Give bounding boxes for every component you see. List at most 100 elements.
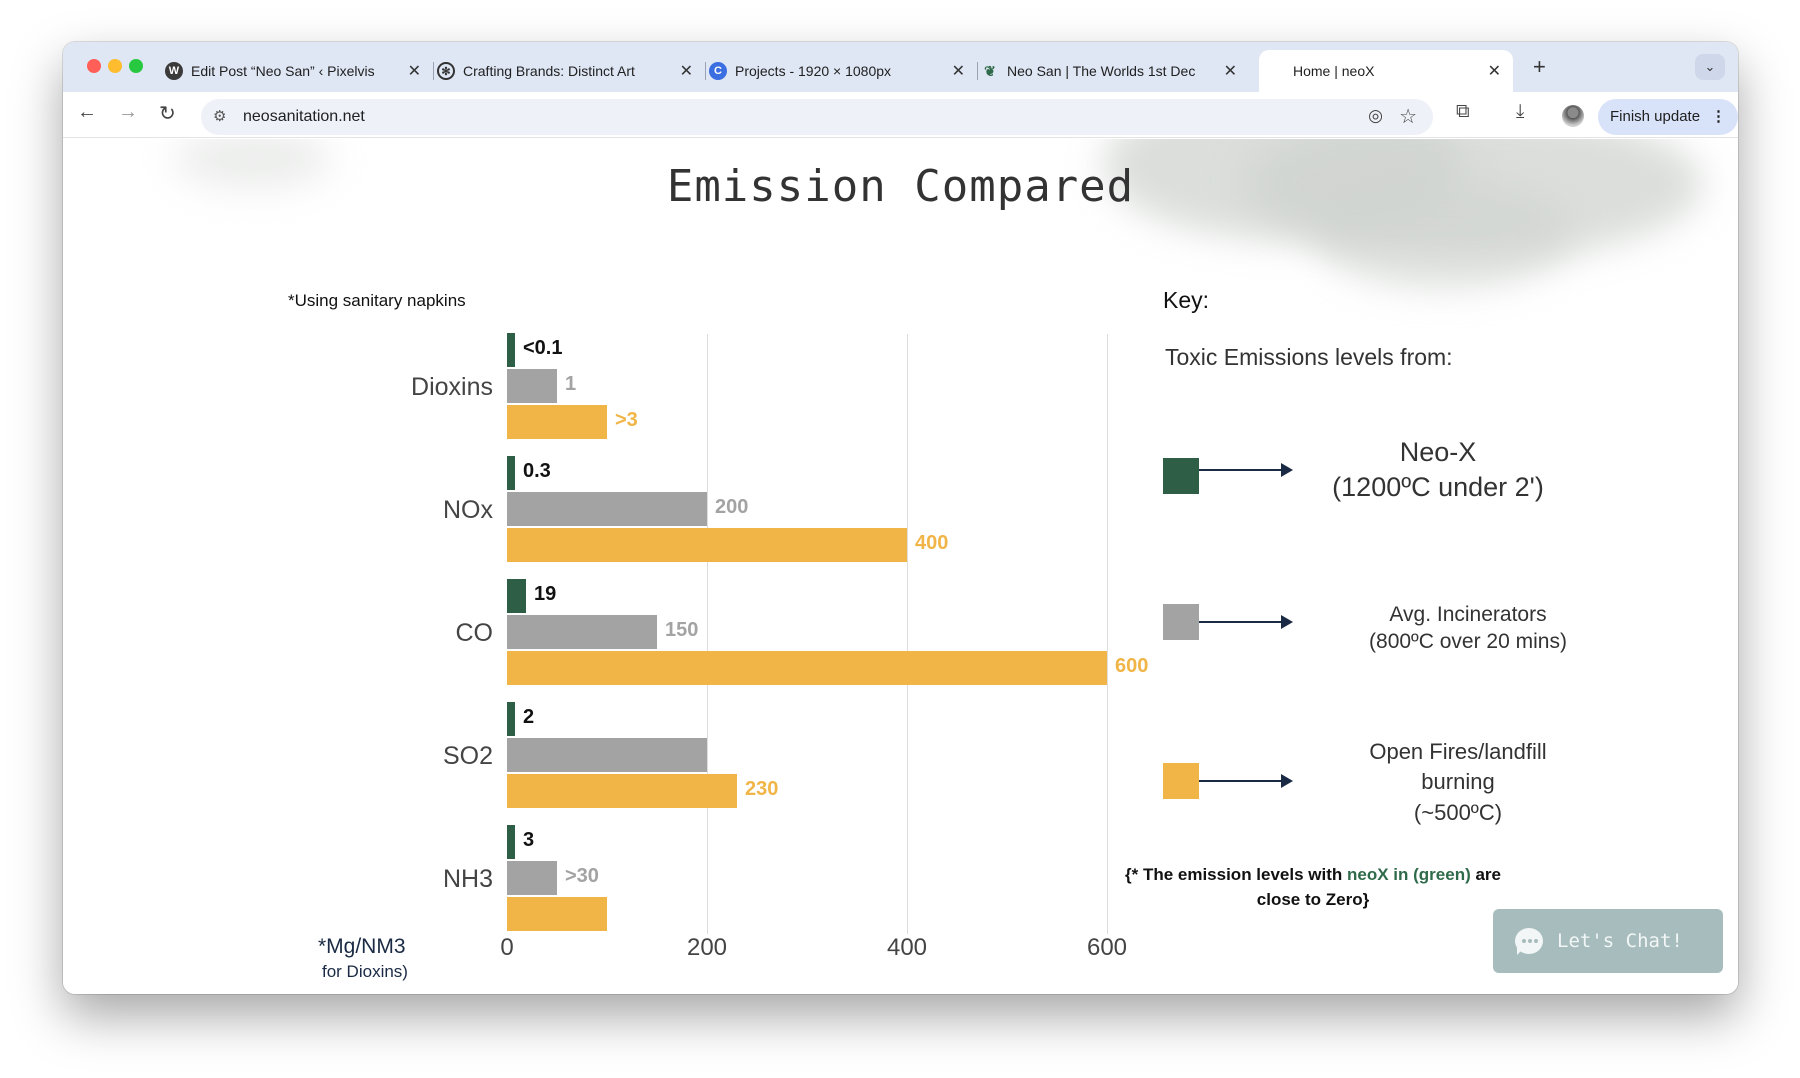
minimize-window-button[interactable] (108, 59, 122, 73)
legend-open-fires: Open Fires/landfill burning (~500ºC) (1369, 739, 1547, 825)
maximize-window-button[interactable] (129, 59, 143, 73)
profile-avatar[interactable] (1562, 105, 1584, 127)
category-label: CO (455, 619, 494, 647)
forward-button[interactable]: → (118, 101, 138, 124)
close-tab-icon[interactable]: ✕ (1488, 61, 1501, 81)
url-text[interactable]: neosanitation.net (243, 108, 365, 126)
key-subtitle: Toxic Emissions levels from: (1165, 344, 1453, 370)
arrow-icon (1199, 463, 1293, 477)
bar-co-1 (507, 615, 657, 649)
tab-title: Projects - 1920 × 1080px (735, 63, 892, 79)
close-tab-icon[interactable]: ✕ (1224, 61, 1237, 81)
bookmark-star-icon[interactable]: ☆ (1399, 104, 1417, 129)
data-label: 19 (534, 583, 557, 605)
bar-nox-1 (507, 492, 707, 526)
x-tick-label: 0 (500, 934, 514, 961)
browser-window: W Edit Post “Neo San” ‹ Pixelvis ✕ ✻ Cra… (63, 42, 1738, 994)
eye-slash-icon[interactable]: ◎ (1368, 106, 1383, 126)
data-label: <0.1 (523, 337, 563, 359)
bar-dioxins-0 (507, 333, 515, 367)
data-label: 3 (523, 829, 535, 851)
data-label: 150 (665, 619, 699, 641)
tab-projects[interactable]: C Projects - 1920 × 1080px ✕ (705, 50, 978, 92)
bar-so2-2 (507, 774, 737, 808)
arrow-icon (1199, 615, 1293, 629)
bar-nox-0 (507, 456, 515, 490)
bar-dioxins-1 (507, 369, 557, 403)
unit-label: *Mg/NM3 (318, 935, 406, 958)
leaf-icon: ❦ (984, 62, 996, 79)
bar-nox-2 (507, 528, 907, 562)
bar-nh3-0 (507, 825, 515, 859)
bar-dioxins-2 (507, 405, 607, 439)
data-label: 0.3 (523, 460, 551, 482)
tab-edit-post[interactable]: W Edit Post “Neo San” ‹ Pixelvis ✕ (161, 50, 434, 92)
reload-button[interactable]: ↻ (159, 101, 176, 126)
menu-icon: ⋮ (1711, 108, 1726, 125)
toolbar: ← → ↻ ⚙ neosanitation.net ◎ ☆ ⧉ ⤓ Finish… (63, 92, 1738, 138)
site-info-icon[interactable]: ⚙ (213, 107, 226, 125)
data-label: 230 (745, 778, 779, 800)
bar-co-2 (507, 651, 1107, 685)
bar-nh3-2 (507, 897, 607, 931)
tab-strip: W Edit Post “Neo San” ‹ Pixelvis ✕ ✻ Cra… (63, 42, 1738, 92)
bar-so2-1 (507, 738, 707, 772)
data-label: 1 (565, 373, 577, 395)
category-label: NOx (443, 496, 493, 524)
download-icon[interactable]: ⤓ (1516, 101, 1524, 123)
grid-line (1107, 334, 1108, 934)
finish-update-label: Finish update (1610, 108, 1701, 125)
close-window-button[interactable] (87, 59, 101, 73)
legend-neox: Neo-X (1200ºC under 2') (1332, 437, 1544, 502)
openai-icon: ✻ (437, 62, 455, 80)
new-tab-button[interactable]: + (1533, 54, 1546, 80)
category-label: SO2 (442, 742, 493, 770)
tab-title: Neo San | The Worlds 1st Dec (1007, 63, 1196, 79)
wordpress-icon: W (165, 62, 183, 80)
chat-bubble-icon (1515, 928, 1543, 955)
close-tab-icon[interactable]: ✕ (408, 61, 421, 81)
category-label: Dioxins (411, 373, 493, 401)
canva-icon: C (709, 62, 727, 80)
data-label: >3 (615, 409, 638, 431)
arrow-icon (1199, 774, 1293, 788)
close-tab-icon[interactable]: ✕ (952, 61, 965, 81)
data-label: 200 (715, 496, 749, 518)
x-tick-label: 400 (886, 934, 928, 961)
address-bar[interactable]: ⚙ neosanitation.net ◎ ☆ (201, 99, 1433, 135)
tab-title: Home | neoX (1293, 63, 1375, 79)
bar-so2-0 (507, 702, 515, 736)
neox-swatch (1163, 458, 1199, 494)
legend-incinerators: Avg. Incinerators (800ºC over 20 mins) (1369, 603, 1567, 653)
chart-note: *Using sanitary napkins (288, 291, 466, 310)
tab-title: Crafting Brands: Distinct Art (463, 63, 635, 79)
data-label: >30 (565, 865, 599, 887)
incinerator-swatch (1163, 604, 1199, 640)
extensions-icon[interactable]: ⧉ (1456, 101, 1470, 123)
tab-neo-san[interactable]: ❦ Neo San | The Worlds 1st Dec ✕ (977, 50, 1249, 92)
finish-update-button[interactable]: Finish update ⋮ (1598, 99, 1738, 135)
tab-title: Edit Post “Neo San” ‹ Pixelvis (191, 63, 375, 79)
page-title: Emission Compared (666, 161, 1135, 212)
chat-label: Let's Chat! (1557, 930, 1683, 952)
tab-home-neox[interactable]: Home | neoX ✕ (1259, 50, 1513, 92)
close-tab-icon[interactable]: ✕ (680, 61, 693, 81)
footnote: {* The emission levels with neoX in (gre… (1124, 865, 1501, 909)
grid-line (907, 334, 908, 934)
x-tick-label: 200 (686, 934, 728, 961)
bar-nh3-1 (507, 861, 557, 895)
x-tick-label: 600 (1086, 934, 1128, 961)
lets-chat-button[interactable]: Let's Chat! (1493, 909, 1723, 973)
tab-search-button[interactable]: ⌄ (1695, 54, 1725, 80)
back-button[interactable]: ← (77, 101, 97, 124)
bar-co-0 (507, 579, 526, 613)
grid-line (707, 334, 708, 934)
page-content: Emission Compared *Using sanitary napkin… (63, 139, 1738, 994)
open-fire-swatch (1163, 763, 1199, 799)
data-label: 2 (523, 706, 535, 728)
category-label: NH3 (442, 865, 493, 893)
key-title: Key: (1163, 287, 1210, 313)
data-label: 600 (1115, 655, 1149, 677)
unit-label-cut: for Dioxins) (322, 962, 408, 981)
tab-crafting-brands[interactable]: ✻ Crafting Brands: Distinct Art ✕ (433, 50, 706, 92)
